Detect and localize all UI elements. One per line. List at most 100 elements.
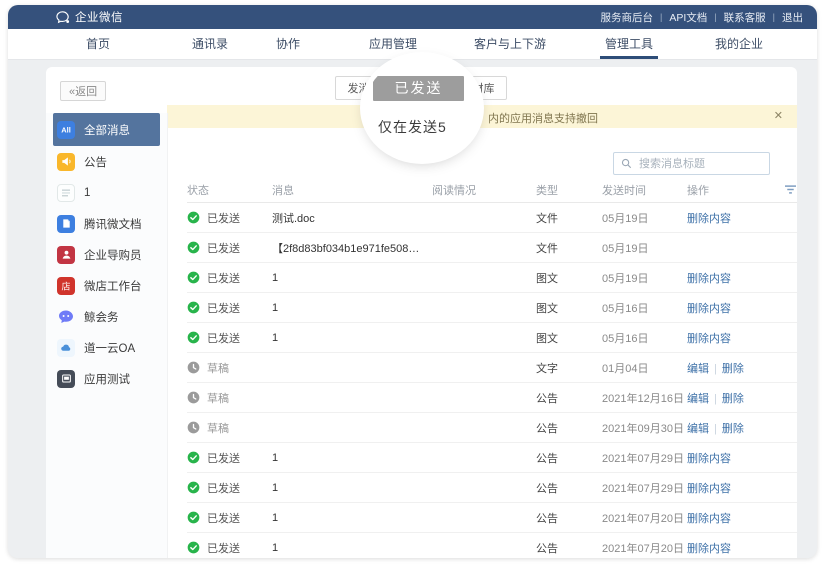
delete-link[interactable]: 删除 [722, 393, 744, 405]
nav-tab-2[interactable]: 通讯录 [192, 29, 228, 59]
delete-content-link[interactable]: 删除内容 [687, 333, 731, 345]
sidebar-item-5[interactable]: 企业导购员 [53, 239, 160, 270]
type-text: 公告 [536, 390, 602, 406]
message-text: 1 [272, 542, 432, 554]
action-separator: | [714, 393, 717, 405]
nav-tab-4[interactable]: 应用管理 [369, 29, 417, 59]
date-text: 05月19日 [602, 270, 687, 286]
status-cell: 已发送 [187, 210, 272, 226]
type-text: 文字 [536, 360, 602, 376]
delete-content-link[interactable]: 删除内容 [687, 273, 731, 285]
app-window-icon [57, 370, 75, 388]
sidebar-item-9[interactable]: 应用测试 [53, 363, 160, 394]
all-badge-icon: All [57, 121, 75, 139]
action-separator: | [714, 363, 717, 375]
status-label: 草稿 [207, 360, 229, 376]
status-draft-icon [187, 391, 200, 404]
actions-cell: 删除内容 [687, 330, 780, 346]
date-text: 2021年07月29日 [602, 450, 687, 466]
delete-content-link[interactable]: 删除内容 [687, 303, 731, 315]
date-text: 2021年07月20日 [602, 510, 687, 526]
topbar-link[interactable]: API文档 [669, 10, 707, 25]
status-cell: 已发送 [187, 300, 272, 316]
column-header-4: 类型 [536, 182, 602, 198]
status-sent-icon [187, 511, 200, 524]
back-button[interactable]: «返回 [60, 81, 106, 101]
topbar-link[interactable]: 退出 [782, 10, 803, 25]
sidebar: All 全部消息公告 1腾讯微文档企业导购员店微店工作台鲸会务道一云OA 应用测试 [46, 113, 168, 558]
sidebar-item-label: 微店工作台 [84, 278, 142, 294]
status-sent-icon [187, 271, 200, 284]
topbar-link[interactable]: 联系客服 [724, 10, 766, 25]
sidebar-item-6[interactable]: 店微店工作台 [53, 270, 160, 301]
delete-link[interactable]: 删除 [722, 423, 744, 435]
notice-close-icon[interactable]: ✕ [774, 109, 783, 122]
sidebar-item-8[interactable]: 道一云OA [53, 332, 160, 363]
topbar-link-separator: | [773, 12, 775, 22]
actions-cell: 编辑 | 删除 [687, 390, 780, 406]
status-draft-icon [187, 421, 200, 434]
date-text: 05月19日 [602, 210, 687, 226]
status-cell: 草稿 [187, 420, 272, 436]
nav-tab-5[interactable]: 客户与上下游 [474, 29, 546, 59]
type-text: 公告 [536, 510, 602, 526]
nav-tab-1[interactable]: 首页 [86, 29, 110, 59]
sidebar-item-label: 公告 [84, 154, 107, 170]
nav-tab-3[interactable]: 协作 [276, 29, 300, 59]
nav-tab-6[interactable]: 管理工具 [605, 29, 653, 59]
edit-link[interactable]: 编辑 [687, 423, 709, 435]
table-row: 已发送1公告2021年07月29日删除内容 [187, 443, 797, 473]
topbar-link-separator: | [714, 12, 716, 22]
sidebar-item-label: 全部消息 [84, 122, 130, 138]
status-cell: 已发送 [187, 330, 272, 346]
sidebar-item-7[interactable]: 鲸会务 [53, 301, 160, 332]
actions-cell: 删除内容 [687, 270, 780, 286]
table-row: 已发送1图文05月16日删除内容 [187, 293, 797, 323]
table-row: 已发送1公告2021年07月29日删除内容 [187, 473, 797, 503]
status-label: 已发送 [207, 300, 240, 316]
delete-link[interactable]: 删除 [722, 363, 744, 375]
column-header-5: 发送时间 [602, 182, 687, 198]
sidebar-item-label: 企业导购员 [84, 247, 142, 263]
search-icon [621, 158, 632, 169]
type-text: 文件 [536, 210, 602, 226]
person-icon [57, 246, 75, 264]
delete-content-link[interactable]: 删除内容 [687, 213, 731, 225]
sidebar-item-3[interactable]: 1 [53, 177, 160, 208]
topbar: 企业微信 服务商后台|API文档|联系客服|退出 [8, 5, 817, 29]
status-sent-icon [187, 481, 200, 494]
delete-content-link[interactable]: 删除内容 [687, 453, 731, 465]
table-row: 已发送1公告2021年07月20日删除内容 [187, 533, 797, 558]
edit-link[interactable]: 编辑 [687, 393, 709, 405]
sidebar-item-4[interactable]: 腾讯微文档 [53, 208, 160, 239]
topbar-link[interactable]: 服务商后台 [601, 10, 654, 25]
status-label: 已发送 [207, 450, 240, 466]
table-row: 已发送1图文05月16日删除内容 [187, 323, 797, 353]
search-input[interactable] [637, 157, 762, 171]
type-text: 公告 [536, 450, 602, 466]
actions-cell: 删除内容 [687, 300, 780, 316]
type-text: 公告 [536, 420, 602, 436]
filter-icon[interactable] [780, 184, 797, 195]
delete-content-link[interactable]: 删除内容 [687, 513, 731, 525]
sidebar-item-1[interactable]: All 全部消息 [53, 113, 160, 146]
column-header-3: 阅读情况 [432, 182, 536, 198]
delete-content-link[interactable]: 删除内容 [687, 543, 731, 555]
sidebar-item-2[interactable]: 公告 [53, 146, 160, 177]
status-sent-icon [187, 451, 200, 464]
edit-link[interactable]: 编辑 [687, 363, 709, 375]
sidebar-item-label: 鲸会务 [84, 309, 119, 325]
message-text: 【2f8d83bf034b1e971fe5083eea... [272, 240, 432, 256]
search-box [613, 152, 770, 175]
column-header-2: 消息 [272, 182, 432, 198]
delete-content-link[interactable]: 删除内容 [687, 483, 731, 495]
topbar-links: 服务商后台|API文档|联系客服|退出 [601, 10, 803, 25]
status-sent-icon [187, 541, 200, 554]
sidebar-item-label: 应用测试 [84, 371, 130, 387]
actions-cell: 删除内容 [687, 510, 780, 526]
date-text: 2021年09月30日 [602, 420, 687, 436]
nav-tab-7[interactable]: 我的企业 [715, 29, 763, 59]
type-text: 公告 [536, 480, 602, 496]
date-text: 05月16日 [602, 300, 687, 316]
status-sent-icon [187, 211, 200, 224]
